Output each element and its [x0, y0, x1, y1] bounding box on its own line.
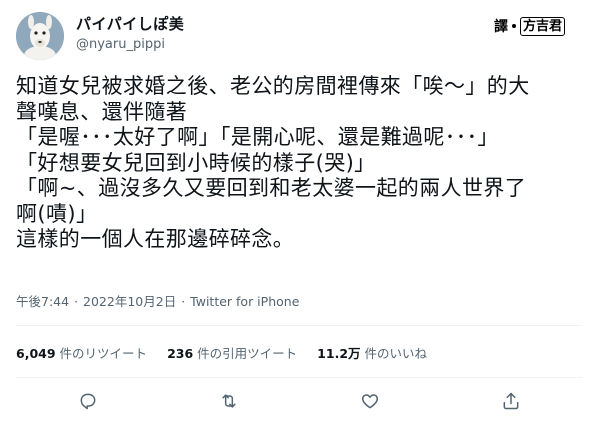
retweet-icon — [222, 394, 236, 408]
translator-watermark: 譯 方吉君 — [494, 15, 566, 37]
tweet-source[interactable]: Twitter for iPhone — [190, 294, 299, 309]
quotes-label: 件の引用ツイート — [197, 346, 298, 361]
likes-stat[interactable]: 11.2万 件のいいね — [317, 343, 427, 362]
tweet-meta: 午後7:44 · 2022年10月2日 · Twitter for iPhone — [16, 291, 299, 310]
llama-avatar-icon — [16, 12, 64, 60]
retweet-button[interactable] — [217, 389, 241, 413]
retweets-stat[interactable]: 6,049 件のリツイート — [16, 343, 147, 362]
tweet-line: 聲嘆息、還伴隨著 — [16, 99, 188, 124]
display-name[interactable]: パイパイしぽ美 — [76, 13, 184, 34]
reply-button[interactable] — [76, 389, 100, 413]
tweet-line: 知道女兒被求婚之後、老公的房間裡傳來「唉～」的大 — [16, 74, 530, 98]
tweet-text: 知道女兒被求婚之後、老公的房間裡傳來「唉～」的大 聲嘆息、還伴隨著 「是喔･･･… — [16, 74, 586, 253]
share-icon — [503, 392, 519, 410]
comment-icon — [80, 393, 96, 410]
tweet-date[interactable]: 2022年10月2日 — [83, 294, 176, 309]
likes-label: 件のいいね — [364, 346, 428, 361]
user-handle[interactable]: @nyaru_pippi — [76, 37, 165, 52]
like-button[interactable] — [358, 389, 382, 413]
tweet-line: 「是喔･･･太好了啊」「是開心呢、還是難過呢･･･」 — [16, 125, 499, 149]
tweet-line: 「好想要女兒回到小時候的樣子(哭)」 — [16, 150, 376, 175]
divider — [16, 377, 582, 378]
watermark-name: 方吉君 — [520, 16, 566, 36]
watermark-prefix: 譯 — [494, 19, 508, 35]
tweet-line: 啊(嘖)」 — [16, 201, 98, 226]
retweets-count: 6,049 — [16, 346, 56, 361]
tweet-line: 「啊~、過沒多久又要回到和老太婆一起的兩人世界了 — [16, 176, 527, 200]
retweets-label: 件のリツイート — [59, 346, 148, 361]
meta-separator: · — [74, 294, 79, 309]
watermark-dot — [512, 24, 516, 28]
likes-count: 11.2万 — [317, 346, 361, 361]
tweet-line: 這樣的一個人在那邊碎碎念。 — [16, 227, 295, 251]
heart-icon — [361, 394, 379, 409]
share-button[interactable] — [499, 389, 523, 413]
quotes-count: 236 — [167, 346, 194, 361]
divider — [16, 325, 582, 326]
quotes-stat[interactable]: 236 件の引用ツイート — [167, 343, 297, 362]
meta-separator: · — [181, 294, 186, 309]
avatar[interactable] — [16, 12, 64, 60]
tweet-time[interactable]: 午後7:44 — [16, 294, 69, 309]
action-bar — [0, 387, 598, 417]
tweet-stats: 6,049 件のリツイート 236 件の引用ツイート 11.2万 件のいいね — [16, 343, 447, 362]
